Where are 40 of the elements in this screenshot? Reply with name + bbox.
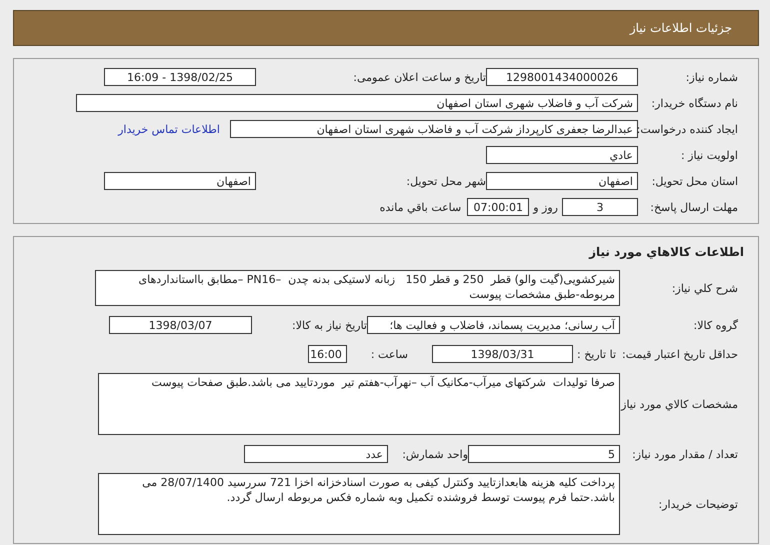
field-label: توضيحات خريدار: <box>658 498 739 510</box>
text-field[interactable]: اصفهان <box>104 172 256 190</box>
text-field[interactable]: 1398/03/07 <box>109 316 252 334</box>
text-field[interactable]: 5 <box>468 445 620 463</box>
text-field[interactable]: 1298001434000026 <box>486 68 638 86</box>
field-label: واحد شمارش: <box>401 448 468 460</box>
text-field[interactable]: اصفهان <box>486 172 638 190</box>
text-field[interactable]: عبدالرضا جعفری کارپرداز شرکت آب و فاضلاب شهری استان اصفهان <box>230 120 638 138</box>
field-label: شرح کلي نياز: <box>670 282 739 294</box>
field-label: شماره نیاز: <box>684 70 739 84</box>
text-field[interactable]: 16:00 <box>308 345 347 363</box>
text-field[interactable]: آب رسانی؛ مدیریت پسماند، فاضلاب و فعالیت ها؛ <box>367 316 620 334</box>
text-field[interactable]: 1398/02/25 - 16:09 <box>104 68 256 86</box>
to-date-label: تا تاريخ : <box>577 348 616 360</box>
text-field[interactable]: 07:00:01 <box>467 198 530 216</box>
text-field[interactable]: عادي <box>486 146 638 164</box>
field-label: گروه کالا: <box>692 318 739 332</box>
text-field[interactable]: 1398/03/31 <box>432 345 573 363</box>
field-label: حداقل تاريخ اعتبار قيمت: <box>621 348 739 360</box>
field-label: نام دستگاه خریدار: <box>650 96 739 110</box>
section-title: اطلاعات کالاهاي مورد نياز <box>588 245 745 259</box>
field-label: استان محل تحویل: <box>650 174 739 188</box>
field-label: اولویت نیاز : <box>680 148 739 162</box>
text-field[interactable]: صرفا تولیدات شرکتهای میرآب-مکانیک آب –نهرآب-هفتم تیر موردتایید می باشد.طبق صفحات پیوست <box>98 373 620 435</box>
field-label: مهلت ارسال پاسخ: <box>649 200 739 214</box>
field-label: تاریخ و ساعت اعلان عمومی: <box>352 70 486 84</box>
page-title: جزئیات اطلاعات نیاز <box>630 21 732 35</box>
field-label: تعداد / مقدار مورد نياز: <box>631 448 739 460</box>
remaining-label: ساعت باقي مانده <box>380 200 462 214</box>
time-label: ساعت : <box>370 348 408 360</box>
days-label: روز و <box>533 200 558 214</box>
field-label: شهر محل تحویل: <box>405 174 486 188</box>
buyer-contact-link[interactable]: اطلاعات تماس خریدار <box>118 122 220 136</box>
text-field[interactable]: شیرکشویی(گیت والو) قطر 250 و قطر 150 زبانه لاستیکی بدنه چدن –PN16 –مطابق بااستانداردهای مربوطه-طبق مشخصات پیوست <box>95 270 620 306</box>
field-label: تاريخ نياز به کالا: <box>291 318 367 332</box>
text-field[interactable]: شرکت آب و فاضلاب شهری استان اصفهان <box>76 94 638 112</box>
text-field[interactable]: 3 <box>562 198 638 216</box>
text-field[interactable]: پرداخت کلیه هزینه هابعدازتایید وکنترل کیفی به صورت اسنادخزانه اخزا 721 سررسید 28/07/1400 می باشد.حتما فرم پیوست توسط فروشنده تکمیل وبه شماره فکس مربوطه ارسال گردد. <box>98 473 620 535</box>
field-label: ایجاد کننده درخواست: <box>638 122 739 136</box>
text-field[interactable]: عدد <box>244 445 388 463</box>
